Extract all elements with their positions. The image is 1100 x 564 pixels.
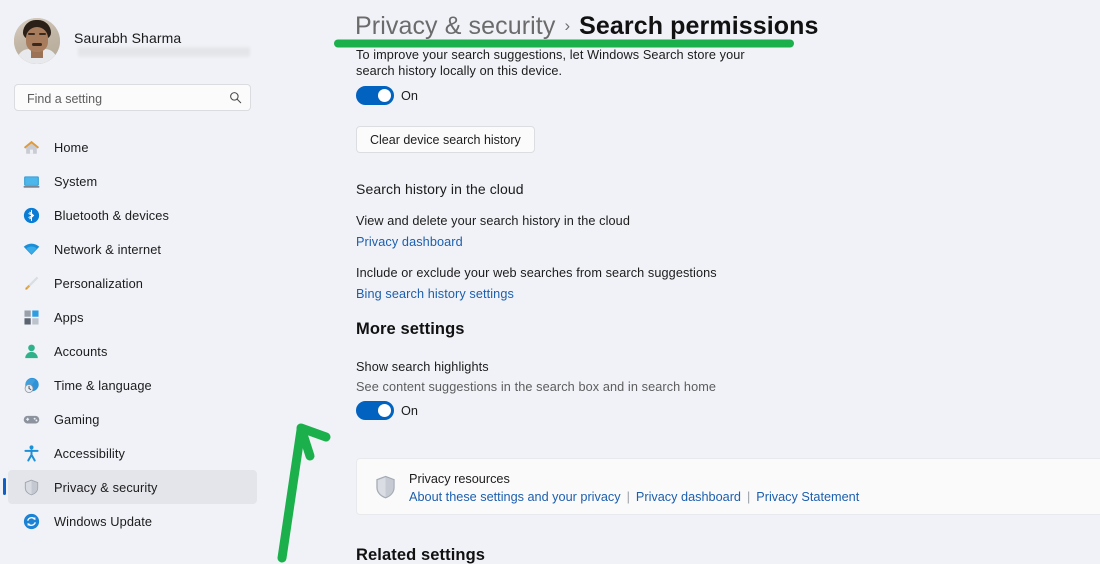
sidebar-item-system[interactable]: System xyxy=(8,164,257,198)
breadcrumb-separator-icon: › xyxy=(564,16,571,35)
sidebar-item-label: Gaming xyxy=(54,411,100,427)
sidebar-item-accounts[interactable]: Accounts xyxy=(8,334,257,368)
account-name: Saurabh Sharma xyxy=(74,30,182,46)
shield-icon xyxy=(20,476,42,498)
clock-globe-icon xyxy=(20,374,42,396)
sidebar-item-gaming[interactable]: Gaming xyxy=(8,402,257,436)
device-history-description-line1: To improve your search suggestions, let … xyxy=(356,48,745,62)
page-title: Search permissions xyxy=(579,12,819,40)
avatar xyxy=(14,18,60,64)
update-refresh-icon xyxy=(20,510,42,532)
link-separator: | xyxy=(746,490,751,504)
sidebar-item-label: Home xyxy=(54,139,89,155)
sidebar-item-windows-update[interactable]: Windows Update xyxy=(8,504,257,538)
cloud-history-row1-text: View and delete your search history in t… xyxy=(356,214,630,228)
privacy-resources-card: Privacy resources About these settings a… xyxy=(356,458,1100,515)
search-box[interactable] xyxy=(14,84,251,112)
search-icon xyxy=(229,91,242,104)
clear-device-search-history-button[interactable]: Clear device search history xyxy=(356,126,535,153)
sidebar-item-label: Apps xyxy=(54,309,84,325)
about-settings-privacy-link[interactable]: About these settings and your privacy xyxy=(409,490,621,504)
sidebar-item-label: Accounts xyxy=(54,343,108,359)
breadcrumb: Privacy & security › Search permissions xyxy=(355,12,819,41)
home-icon xyxy=(20,136,42,158)
show-search-highlights-toggle[interactable] xyxy=(356,401,394,420)
person-icon xyxy=(20,340,42,362)
sidebar-item-label: Accessibility xyxy=(54,445,125,461)
link-separator: | xyxy=(626,490,630,504)
privacy-statement-link[interactable]: Privacy Statement xyxy=(756,490,859,504)
apps-grid-icon xyxy=(20,306,42,328)
sidebar-item-apps[interactable]: Apps xyxy=(8,300,257,334)
device-search-history-toggle[interactable] xyxy=(356,86,394,105)
device-history-description-line2: search history locally on this device. xyxy=(356,64,563,78)
sidebar-nav: Home System Bluetooth & devices Network … xyxy=(0,130,265,538)
sidebar-item-label: Windows Update xyxy=(54,513,153,529)
sidebar-item-network-internet[interactable]: Network & internet xyxy=(8,232,257,266)
privacy-resources-links: About these settings and your privacy | Pr… xyxy=(409,490,859,504)
selection-accent-bar xyxy=(3,478,6,495)
privacy-resources-title: Privacy resources xyxy=(409,472,510,486)
system-monitor-icon xyxy=(20,170,42,192)
show-search-highlights-toggle-label: On xyxy=(401,404,418,418)
sidebar-item-personalization[interactable]: Personalization xyxy=(8,266,257,300)
sidebar-item-home[interactable]: Home xyxy=(8,130,257,164)
show-search-highlights-subtitle: See content suggestions in the search bo… xyxy=(356,380,717,394)
sidebar-item-label: Privacy & security xyxy=(54,479,158,495)
paintbrush-icon xyxy=(20,272,42,294)
sidebar-item-time-language[interactable]: Time & language xyxy=(8,368,257,402)
bing-search-history-settings-link[interactable]: Bing search history settings xyxy=(356,286,514,302)
settings-window: Saurabh Sharma Find a setting Home Syste… xyxy=(0,0,1100,564)
account-email-redacted xyxy=(78,46,250,57)
accessibility-person-icon xyxy=(20,442,42,464)
show-search-highlights-title: Show search highlights xyxy=(356,360,489,374)
sidebar-item-accessibility[interactable]: Accessibility xyxy=(8,436,257,470)
related-settings-heading: Related settings xyxy=(356,546,486,564)
sidebar-item-label: Personalization xyxy=(54,275,143,291)
sidebar-item-privacy-security[interactable]: Privacy & security xyxy=(3,470,257,504)
sidebar: Saurabh Sharma Find a setting Home Syste… xyxy=(0,0,265,564)
sidebar-item-label: System xyxy=(54,173,98,189)
sidebar-item-bluetooth-devices[interactable]: Bluetooth & devices xyxy=(8,198,257,232)
privacy-dashboard-link[interactable]: Privacy dashboard xyxy=(356,234,463,250)
cloud-history-section-title: Search history in the cloud xyxy=(356,181,524,197)
sidebar-item-label: Bluetooth & devices xyxy=(54,207,170,223)
cloud-history-row2-text: Include or exclude your web searches fro… xyxy=(356,266,717,280)
account-block[interactable]: Saurabh Sharma xyxy=(0,8,265,66)
wifi-icon xyxy=(20,238,42,260)
privacy-dashboard-card-link[interactable]: Privacy dashboard xyxy=(636,490,741,504)
search-input[interactable] xyxy=(25,85,224,112)
bluetooth-icon xyxy=(20,204,42,226)
toggle-knob xyxy=(378,404,391,417)
gamepad-icon xyxy=(20,408,42,430)
breadcrumb-parent-link[interactable]: Privacy & security xyxy=(355,12,555,40)
device-search-history-toggle-label: On xyxy=(401,89,418,103)
shield-icon xyxy=(373,474,398,501)
sidebar-item-label: Time & language xyxy=(54,377,152,393)
toggle-knob xyxy=(378,89,391,102)
more-settings-heading: More settings xyxy=(356,320,465,338)
sidebar-item-label: Network & internet xyxy=(54,241,162,257)
